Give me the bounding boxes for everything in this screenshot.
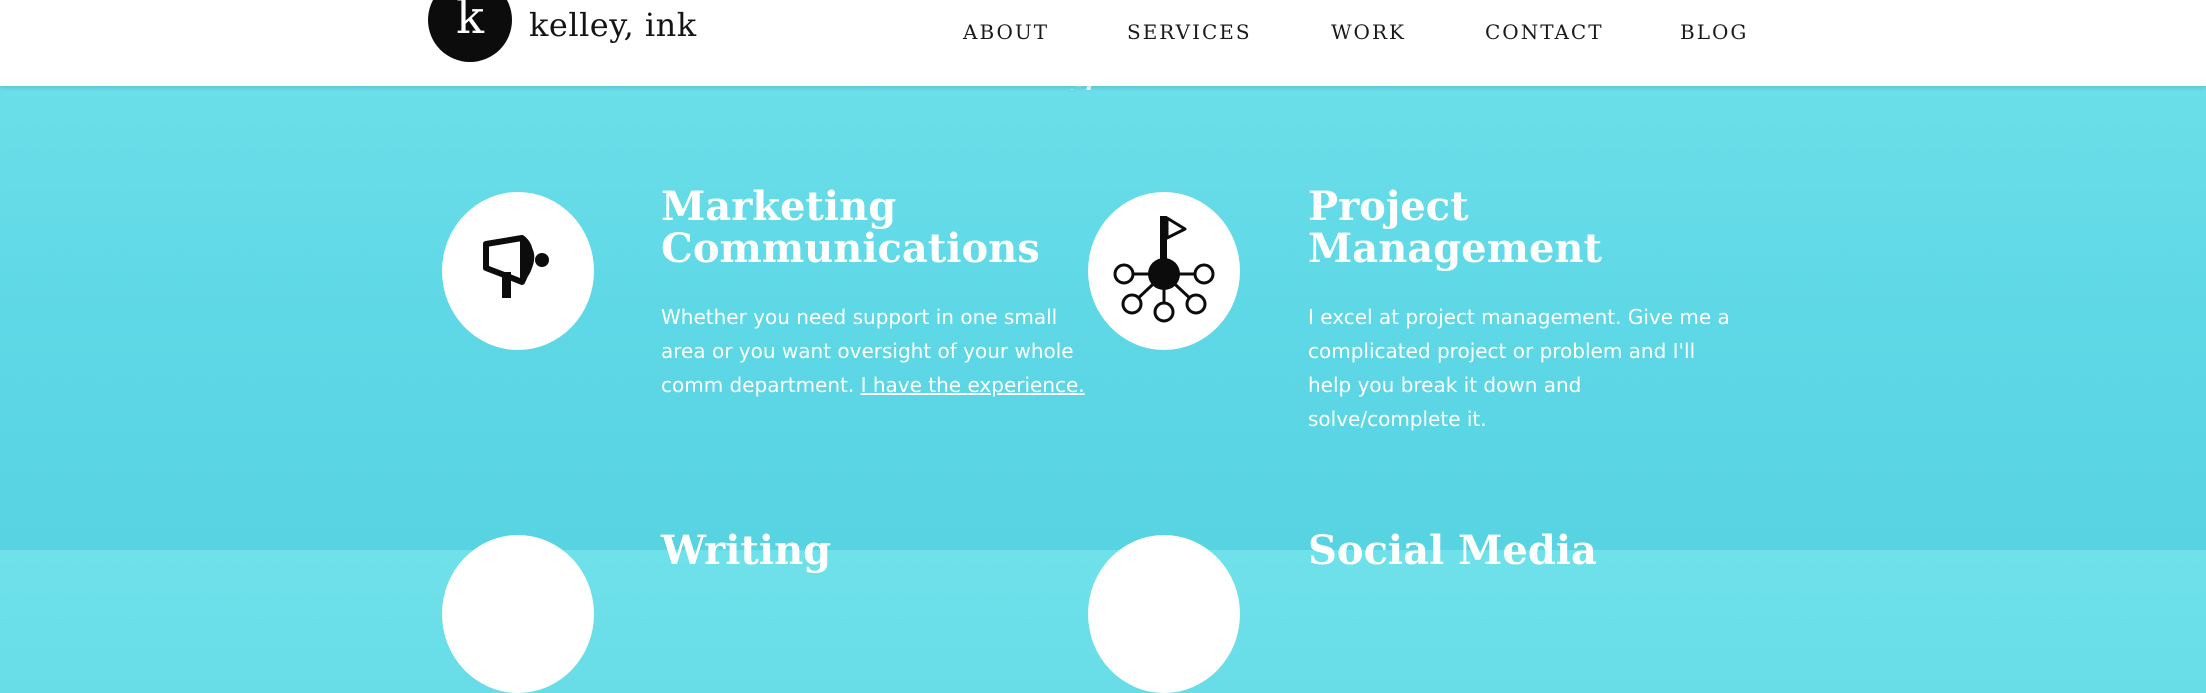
service-desc-project: I excel at project management. Give me a… xyxy=(1308,305,1730,431)
service-title-project: Project Management xyxy=(1308,183,1602,272)
service-title-writing: Writing xyxy=(661,527,832,574)
network-flag-icon xyxy=(1113,216,1215,323)
writing-icon-circle xyxy=(442,535,594,693)
nav-services[interactable]: SERVICES xyxy=(1127,20,1252,44)
site-header: k kelley, ink ABOUT SERVICES WORK CONTAC… xyxy=(0,0,2206,86)
social-icon-circle xyxy=(1088,535,1240,693)
megaphone-icon xyxy=(483,235,549,298)
service-desc-marketing: Whether you need support in one small ar… xyxy=(661,305,1085,397)
nav-about[interactable]: ABOUT xyxy=(963,20,1049,44)
main-nav: ABOUT SERVICES WORK CONTACT BLOG xyxy=(0,20,2206,50)
marketing-icon-circle xyxy=(442,192,594,350)
nav-work[interactable]: WORK xyxy=(1331,20,1406,44)
service-title-marketing: Marketing Communications xyxy=(661,183,1040,272)
experience-link[interactable]: I have the experience. xyxy=(861,373,1085,397)
nav-contact[interactable]: CONTACT xyxy=(1485,20,1604,44)
nav-blog[interactable]: BLOG xyxy=(1680,20,1748,44)
project-icon-circle xyxy=(1088,192,1240,350)
service-title-social: Social Media xyxy=(1308,527,1597,574)
